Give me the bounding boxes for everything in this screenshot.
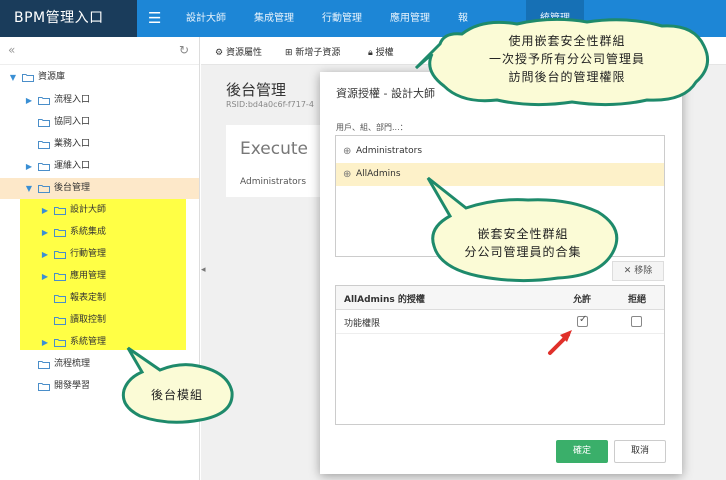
brand-title[interactable]: BPM管理入口	[0, 0, 137, 37]
tree-item[interactable]: ▶ 運維入口	[0, 156, 199, 177]
tree-item-label: 報表定制	[70, 293, 107, 303]
tree-item[interactable]: 讀取控制	[0, 310, 199, 331]
menu-icon[interactable]: ☰	[148, 9, 161, 27]
folder-icon	[54, 316, 66, 325]
callout-middle: 嵌套安全性群組 分公司管理員的合集	[418, 172, 626, 283]
user-group-icon: ⊕	[343, 169, 352, 180]
deny-header: 拒絕	[628, 295, 647, 305]
folder-open-icon	[38, 184, 50, 193]
folder-icon	[38, 118, 50, 127]
tree-item-label: 運維入口	[54, 161, 91, 171]
tree-item[interactable]: 報表定制	[0, 288, 199, 309]
folder-icon	[38, 96, 50, 105]
callout-top-line3: 訪問後台的管理權限	[508, 70, 626, 84]
tree-item-label: 應用管理	[70, 271, 107, 281]
permission-name: 功能權限	[344, 319, 381, 329]
tree-item[interactable]: ▶ 行動管理	[0, 244, 199, 265]
folder-icon	[38, 140, 50, 149]
folder-icon	[54, 206, 66, 215]
tree-item-label: 讀取控制	[70, 315, 107, 325]
tree-item[interactable]: 協同入口	[0, 112, 199, 133]
folder-icon	[54, 294, 66, 303]
topnav-item-integration[interactable]: 集成管理	[240, 0, 308, 37]
permission-header-label: AllAdmins 的授權	[344, 295, 425, 305]
tree-item[interactable]: ▶ 流程入口	[0, 90, 199, 111]
caret-right-icon[interactable]: ▶	[40, 266, 50, 287]
tree-item[interactable]: ▼ 後台管理	[0, 178, 199, 199]
caret-down-icon[interactable]: ▼	[24, 178, 34, 199]
folder-open-icon	[22, 73, 34, 82]
caret-right-icon[interactable]: ▶	[40, 200, 50, 221]
new-child-button[interactable]: ⊞ 新增子資源	[285, 45, 340, 58]
deny-checkbox[interactable]	[631, 316, 642, 327]
sidebar-header: « ↻	[0, 37, 199, 65]
caret-right-icon[interactable]: ▶	[24, 156, 34, 177]
user-group-icon: ⊕	[343, 146, 352, 157]
refresh-icon[interactable]: ↻	[179, 43, 189, 57]
tree-item-label: 業務入口	[54, 139, 91, 149]
folder-icon	[38, 360, 50, 369]
callout-left: 後台模組	[118, 344, 236, 424]
page-title: 後台管理	[226, 81, 287, 99]
tree-item-label: 行動管理	[70, 249, 107, 259]
topnav-item-designer[interactable]: 設計大師	[172, 0, 240, 37]
topnav-item-mobile[interactable]: 行動管理	[308, 0, 376, 37]
users-label: 用戶、組、部門...：	[336, 123, 408, 132]
tree-root[interactable]: ▼ 資源庫	[0, 67, 199, 88]
cancel-button[interactable]: 取消	[614, 440, 666, 463]
allow-header: 允許	[573, 295, 592, 305]
folder-icon	[54, 272, 66, 281]
permission-header: AllAdmins 的授權 允許 拒絕	[336, 286, 664, 310]
grant-button[interactable]: 🔒︎ 授權	[368, 45, 394, 58]
tree-item[interactable]: 業務入口	[0, 134, 199, 155]
splitter-handle[interactable]: ◂	[201, 265, 206, 275]
folder-icon	[38, 382, 50, 391]
tree-item-label: 開發學習	[54, 381, 91, 391]
caret-right-icon[interactable]: ▶	[40, 222, 50, 243]
resource-props-button[interactable]: ⚙ 資源屬性	[215, 45, 262, 58]
callout-top-line1: 使用嵌套安全性群組	[508, 34, 626, 48]
tree-item-label: 流程入口	[54, 95, 91, 105]
execute-card: Execute Administrators	[226, 125, 326, 197]
tree-item-label: 系統集成	[70, 227, 107, 237]
tree-item-label: 後台管理	[54, 183, 91, 193]
rsid-text: RSID:bd4a0c6f-f717-4	[226, 100, 314, 109]
allow-checkbox[interactable]	[577, 314, 588, 327]
permission-table: AllAdmins 的授權 允許 拒絕 功能權限	[335, 285, 665, 425]
caret-right-icon[interactable]: ▶	[24, 90, 34, 111]
folder-icon	[38, 162, 50, 171]
tree-item[interactable]: ▶ 系統集成	[0, 222, 199, 243]
folder-icon	[54, 250, 66, 259]
execute-subtitle: Administrators	[240, 177, 307, 187]
ok-button[interactable]: 確定	[556, 440, 608, 463]
tree-item-label: 資源庫	[38, 72, 66, 82]
callout-top: 使用嵌套安全性群組 一次授予所有分公司管理員 訪問後台的管理權限	[414, 16, 712, 107]
list-item[interactable]: ⊕ Administrators	[336, 140, 664, 163]
tree-item-label: 協同入口	[54, 117, 91, 127]
execute-title: Execute	[240, 139, 308, 159]
caret-down-icon[interactable]: ▼	[8, 67, 18, 88]
caret-right-icon[interactable]: ▶	[40, 244, 50, 265]
tree-item[interactable]: ▶ 應用管理	[0, 266, 199, 287]
red-arrow-icon	[548, 330, 572, 355]
table-row: 功能權限	[336, 310, 664, 334]
tree-item-label: 流程梳理	[54, 359, 91, 369]
callout-mid-line1: 嵌套安全性群組	[477, 227, 569, 241]
callout-top-line2: 一次授予所有分公司管理員	[488, 52, 645, 66]
lock-icon: 🔒︎	[368, 48, 373, 58]
folder-icon	[54, 338, 66, 347]
gear-icon: ⚙	[215, 48, 224, 58]
tree-item-label: 系統管理	[70, 337, 107, 347]
callout-left-text: 後台模組	[150, 388, 203, 402]
tree-item-label: 設計大師	[70, 205, 107, 215]
folder-icon	[54, 228, 66, 237]
callout-mid-line2: 分公司管理員的合集	[464, 245, 582, 259]
tree-item[interactable]: ▶ 設計大師	[0, 200, 199, 221]
dialog-title: 資源授權 - 設計大師	[336, 87, 435, 100]
collapse-icon[interactable]: «	[8, 43, 15, 57]
caret-right-icon[interactable]: ▶	[40, 332, 50, 353]
new-resource-icon: ⊞	[285, 48, 293, 58]
